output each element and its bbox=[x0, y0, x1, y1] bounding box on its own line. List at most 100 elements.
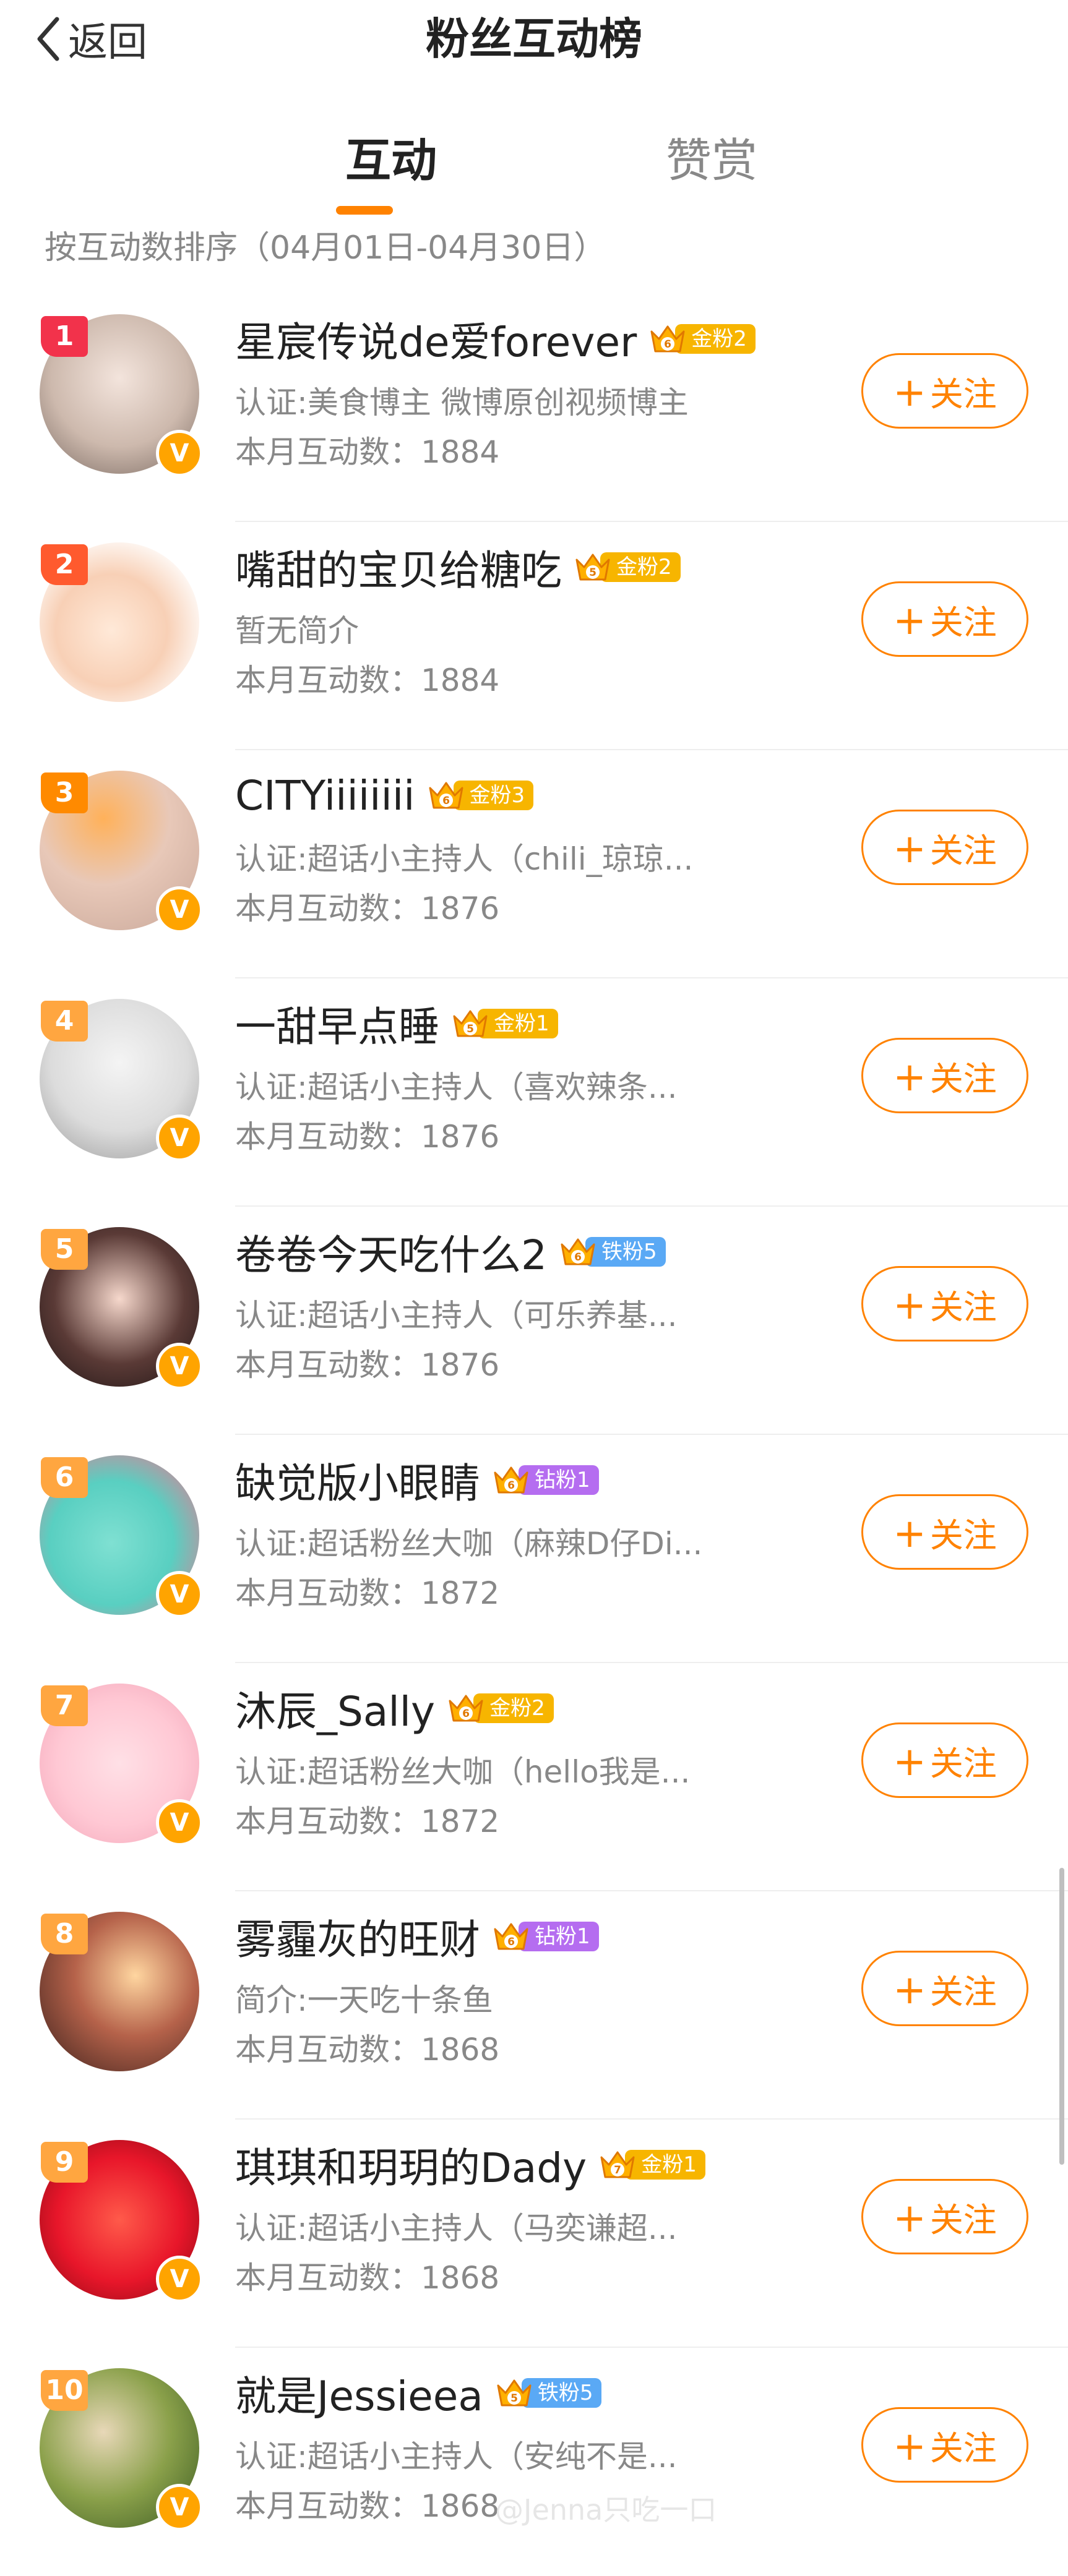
plus-icon: + bbox=[893, 2424, 926, 2470]
user-description: 认证:美食博主 微博原创视频博主 bbox=[235, 385, 689, 421]
rank-badge: 4 bbox=[41, 1001, 88, 1042]
fan-level-badge: 5 金粉1 bbox=[450, 1006, 558, 1041]
verified-icon: V bbox=[156, 430, 203, 477]
crown-icon: 6 bbox=[561, 1238, 595, 1265]
list-item[interactable]: 8 雾霾灰的旺财 6 钻粉1 简介:一天吃十条鱼 本月互动数：1868 + 关注 bbox=[0, 1891, 1068, 2120]
follow-button[interactable]: + 关注 bbox=[861, 353, 1028, 429]
plus-icon: + bbox=[893, 826, 926, 872]
fan-level-badge: 6 钻粉1 bbox=[491, 1919, 599, 1954]
follow-button[interactable]: + 关注 bbox=[861, 1722, 1028, 1798]
user-name[interactable]: 沐辰_Sally bbox=[235, 1679, 435, 1738]
rank-badge: 10 bbox=[41, 2370, 88, 2411]
follow-label: 关注 bbox=[929, 2429, 997, 2468]
badge-level: 6 bbox=[507, 1479, 515, 1492]
badge-level: 5 bbox=[510, 2392, 518, 2405]
plus-icon: + bbox=[893, 1739, 926, 1785]
follow-button[interactable]: + 关注 bbox=[861, 1038, 1028, 1113]
interaction-count: 本月互动数：1872 bbox=[235, 1575, 500, 1611]
list-item[interactable]: 5 V 卷卷今天吃什么2 6 铁粉5 认证:超话小主持人（可乐养基... 本月互动数：187… bbox=[0, 1207, 1068, 1435]
list-item[interactable]: 6 V 缺觉版小眼睛 6 钻粉1 认证:超话粉丝大咖（麻辣D仔Di... 本月互动数：187… bbox=[0, 1435, 1068, 1663]
user-name[interactable]: 就是Jessieea bbox=[235, 2363, 483, 2423]
verified-icon: V bbox=[156, 1115, 203, 1162]
list-item[interactable]: 1 V 星宸传说de爱forever 6 金粉2 认证:美食博主 微博原创视频博主 本月互动… bbox=[0, 294, 1068, 522]
verified-icon: V bbox=[156, 2484, 203, 2531]
crown-icon: 7 bbox=[600, 2151, 635, 2178]
name-line: 沐辰_Sally 6 金粉2 bbox=[235, 1680, 554, 1736]
user-name[interactable]: 缺觉版小眼睛 bbox=[235, 1450, 480, 1510]
user-name[interactable]: 嘴甜的宝贝给糖吃 bbox=[235, 537, 562, 597]
rank-badge: 7 bbox=[41, 1685, 88, 1726]
list-item[interactable]: 4 V 一甜早点睡 5 金粉1 认证:超话小主持人（喜欢辣条... 本月互动数：1876 + 关… bbox=[0, 978, 1068, 1207]
name-line: 琪琪和玥玥的Dady 7 金粉1 bbox=[235, 2137, 705, 2193]
user-name[interactable]: 星宸传说de爱forever bbox=[235, 309, 637, 369]
follow-button[interactable]: + 关注 bbox=[861, 2179, 1028, 2254]
top-nav-bar: 返回 粉丝互动榜 bbox=[0, 0, 1068, 80]
fan-level-badge: 5 金粉2 bbox=[573, 550, 681, 584]
fan-level-badge: 6 金粉2 bbox=[446, 1691, 554, 1726]
follow-label: 关注 bbox=[929, 375, 997, 414]
verified-icon: V bbox=[156, 1571, 203, 1618]
badge-level: 6 bbox=[574, 1251, 582, 1264]
user-name[interactable]: 一甜早点睡 bbox=[235, 994, 439, 1053]
interaction-count: 本月互动数：1876 bbox=[235, 1119, 500, 1155]
user-name[interactable]: CITYiiiiiiii bbox=[235, 772, 415, 819]
rank-badge: 2 bbox=[41, 544, 88, 585]
follow-button[interactable]: + 关注 bbox=[861, 1266, 1028, 1341]
list-item[interactable]: 10 V 就是Jessieea 5 铁粉5 认证:超话小主持人（安纯不是... 本月互动数：… bbox=[0, 2348, 1068, 2576]
verified-icon: V bbox=[156, 886, 203, 933]
tab-interaction[interactable]: 互动 bbox=[317, 118, 465, 204]
crown-icon: 5 bbox=[575, 554, 610, 581]
crown-icon: 5 bbox=[497, 2379, 532, 2407]
name-line: 一甜早点睡 5 金粉1 bbox=[235, 996, 558, 1051]
interaction-count: 本月互动数：1868 bbox=[235, 2488, 500, 2524]
follow-button[interactable]: + 关注 bbox=[861, 1494, 1028, 1570]
badge-level: 6 bbox=[462, 1708, 470, 1720]
user-name[interactable]: 卷卷今天吃什么2 bbox=[235, 1222, 547, 1282]
interaction-count: 本月互动数：1868 bbox=[235, 2260, 500, 2296]
verified-icon: V bbox=[156, 1799, 203, 1846]
rank-badge: 9 bbox=[41, 2142, 88, 2183]
tab-bar: 互动 赞赏 bbox=[0, 118, 1068, 223]
badge-level: 5 bbox=[467, 1023, 474, 1035]
plus-icon: + bbox=[893, 1283, 926, 1329]
verified-icon: V bbox=[156, 1343, 203, 1390]
user-description: 认证:超话粉丝大咖（麻辣D仔Di... bbox=[235, 1526, 703, 1562]
rank-badge: 6 bbox=[41, 1457, 88, 1498]
follow-button[interactable]: + 关注 bbox=[861, 810, 1028, 885]
user-name[interactable]: 琪琪和玥玥的Dady bbox=[235, 2135, 587, 2194]
fan-level-badge: 6 钻粉1 bbox=[491, 1463, 599, 1497]
active-tab-indicator bbox=[336, 206, 393, 215]
fan-level-badge: 7 金粉1 bbox=[598, 2147, 705, 2182]
list-item[interactable]: 2 嘴甜的宝贝给糖吃 5 金粉2 暂无简介 本月互动数：1884 + 关注 bbox=[0, 522, 1068, 750]
list-item[interactable]: 3 V CITYiiiiiiii 6 金粉3 认证:超话小主持人（chili_琼琼... 本… bbox=[0, 750, 1068, 978]
user-description: 认证:超话小主持人（安纯不是... bbox=[235, 2439, 678, 2475]
name-line: CITYiiiiiiii 6 金粉3 bbox=[235, 768, 534, 823]
follow-button[interactable]: + 关注 bbox=[861, 2407, 1028, 2483]
user-description: 认证:超话粉丝大咖（hello我是... bbox=[235, 1754, 691, 1790]
crown-icon: 6 bbox=[494, 1466, 528, 1494]
interaction-count: 本月互动数：1868 bbox=[235, 2032, 500, 2068]
follow-label: 关注 bbox=[929, 1288, 997, 1327]
plus-icon: + bbox=[893, 370, 926, 416]
name-line: 就是Jessieea 5 铁粉5 bbox=[235, 2363, 602, 2423]
watermark: @Jenna只吃一口 bbox=[495, 2493, 717, 2527]
fan-level-badge: 6 铁粉5 bbox=[558, 1235, 666, 1269]
crown-icon: 6 bbox=[429, 782, 463, 809]
scrollbar[interactable] bbox=[1059, 1868, 1064, 2165]
user-description: 简介:一天吃十条鱼 bbox=[235, 1982, 493, 2018]
follow-button[interactable]: + 关注 bbox=[861, 1951, 1028, 2026]
follow-label: 关注 bbox=[929, 1516, 997, 1555]
tab-reward[interactable]: 赞赏 bbox=[637, 118, 786, 204]
fan-level-badge: 6 金粉3 bbox=[426, 778, 534, 813]
badge-level: 5 bbox=[589, 567, 596, 579]
user-description: 认证:超话小主持人（chili_琼琼... bbox=[235, 841, 694, 877]
user-name[interactable]: 雾霾灰的旺财 bbox=[235, 1907, 480, 1966]
plus-icon: + bbox=[893, 2196, 926, 2241]
follow-label: 关注 bbox=[929, 1972, 997, 2011]
list-item[interactable]: 7 V 沐辰_Sally 6 金粉2 认证:超话粉丝大咖（hello我是... 本月互动数：… bbox=[0, 1663, 1068, 1891]
name-line: 星宸传说de爱forever 6 金粉2 bbox=[235, 311, 756, 367]
follow-button[interactable]: + 关注 bbox=[861, 581, 1028, 657]
list-item[interactable]: 9 V 琪琪和玥玥的Dady 7 金粉1 认证:超话小主持人（马奕谦超... 本月互动数：1… bbox=[0, 2120, 1068, 2348]
follow-label: 关注 bbox=[929, 603, 997, 642]
sort-description: 按互动数排序（04月01日-04月30日） bbox=[45, 229, 606, 267]
